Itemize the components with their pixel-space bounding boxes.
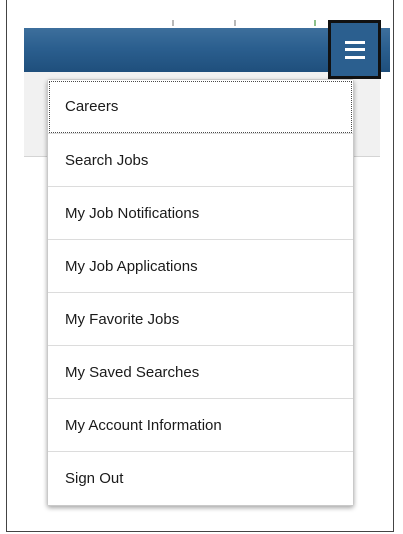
menu-item-my-account-information[interactable]: My Account Information [48,399,353,452]
menu-item-search-jobs[interactable]: Search Jobs [48,134,353,187]
menu-item-my-saved-searches[interactable]: My Saved Searches [48,346,353,399]
menu-item-my-favorite-jobs[interactable]: My Favorite Jobs [48,293,353,346]
navigation-dropdown-menu: Careers Search Jobs My Job Notifications… [47,79,354,506]
menu-item-careers[interactable]: Careers [48,80,353,134]
screenshot-frame: Careers Search Jobs My Job Notifications… [6,0,394,532]
menu-item-sign-out[interactable]: Sign Out [48,452,353,505]
menu-item-my-job-notifications[interactable]: My Job Notifications [48,187,353,240]
top-strip-mark [234,20,236,26]
menu-item-my-job-applications[interactable]: My Job Applications [48,240,353,293]
hamburger-menu-icon [344,40,365,59]
top-strip-mark [314,20,316,26]
hamburger-menu-button[interactable] [328,20,381,79]
top-strip-mark [172,20,174,26]
